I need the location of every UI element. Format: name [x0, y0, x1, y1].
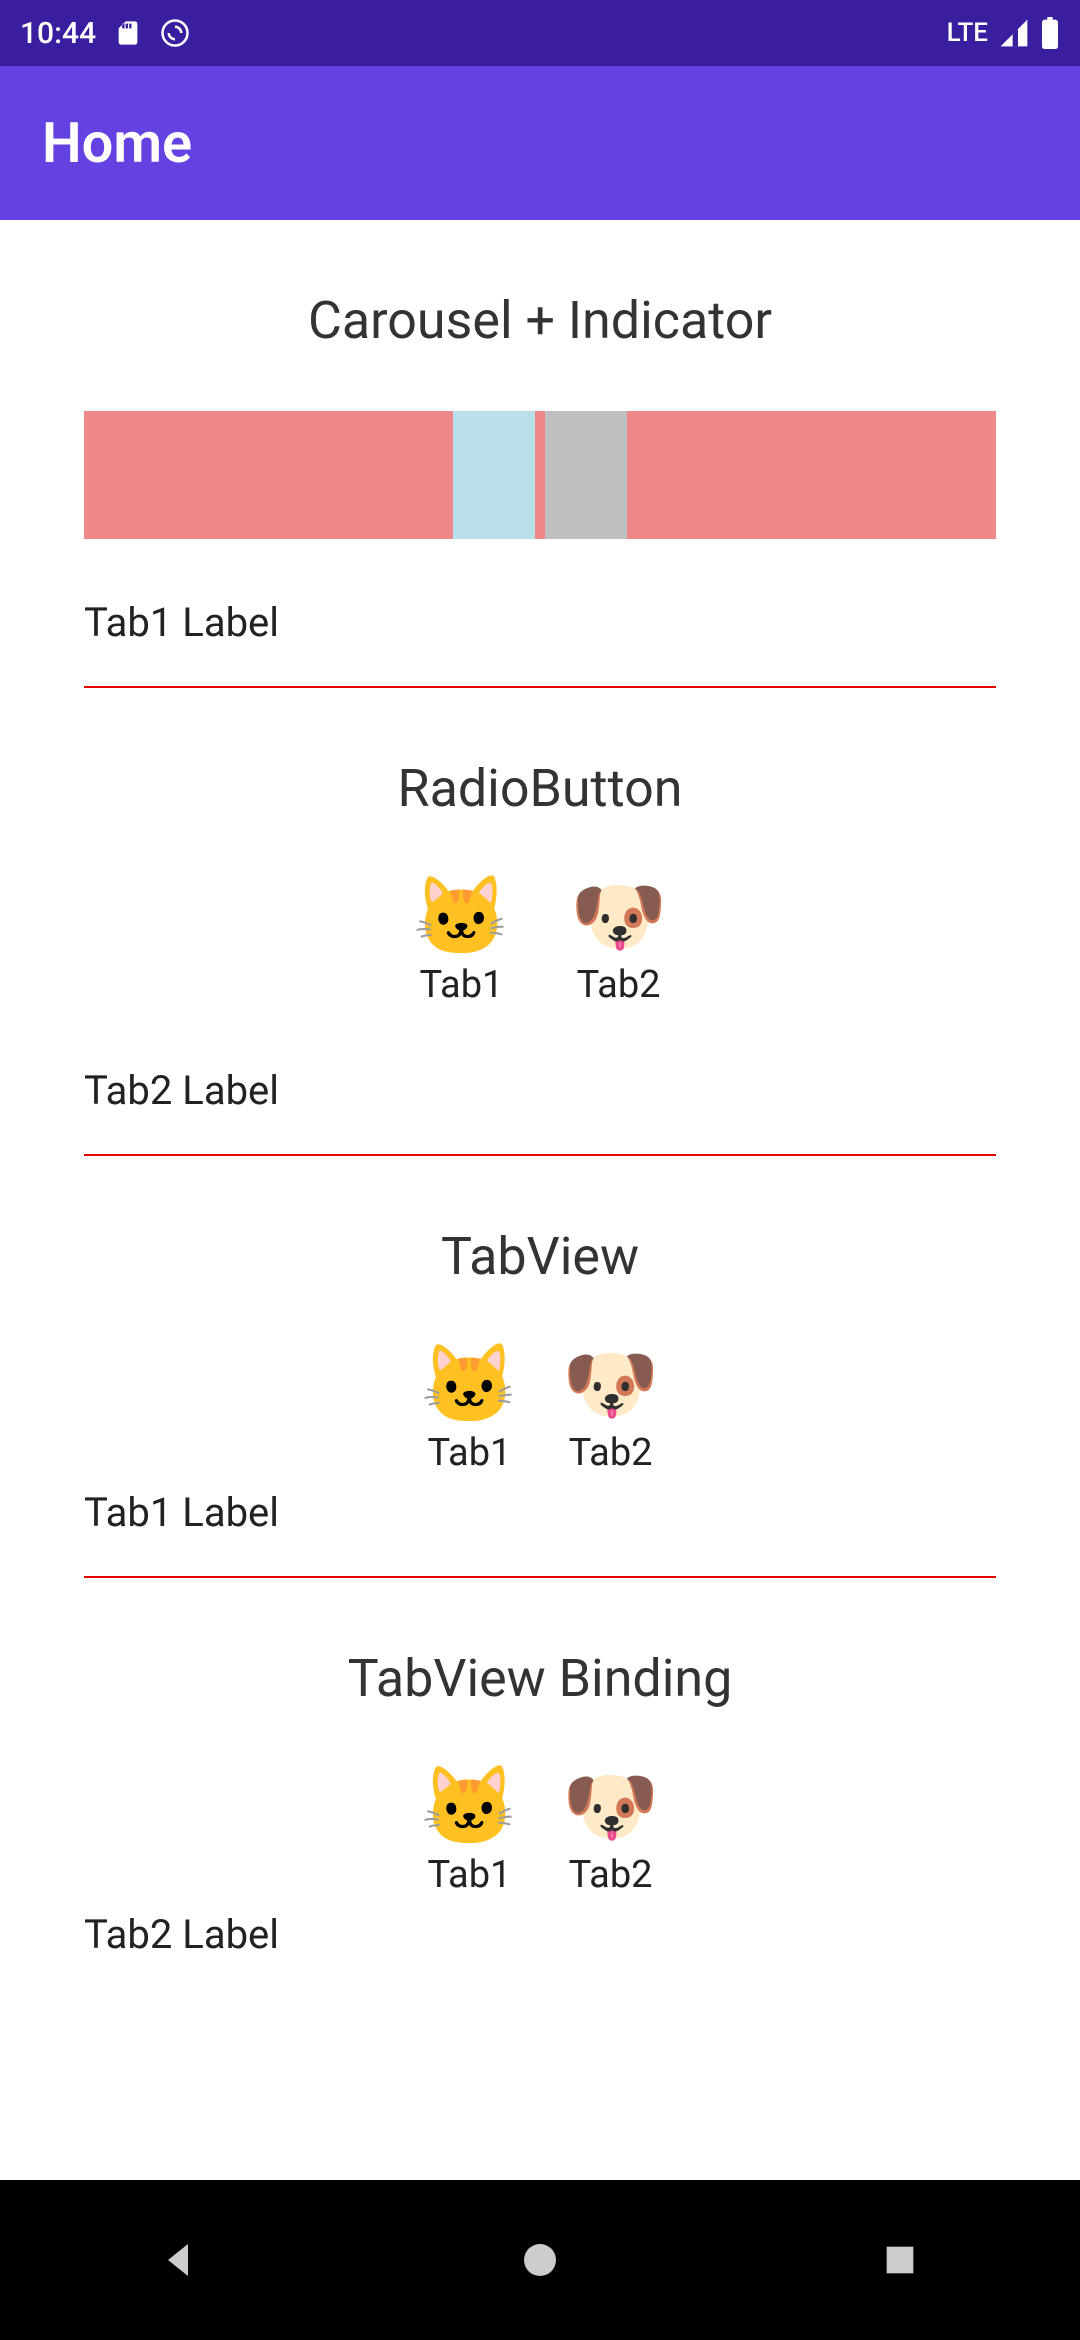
radio-current-label: Tab2 Label [84, 1067, 996, 1114]
indicator-seg-2 [535, 411, 545, 539]
carousel-indicator[interactable] [84, 411, 996, 539]
section-title-tabview: TabView [84, 1226, 996, 1287]
tabview-tab-1-label: Tab1 [427, 1431, 511, 1475]
tabview-binding-tab-2[interactable]: 🐶 Tab2 [562, 1769, 659, 1897]
tabview-binding-tabs: 🐱 Tab1 🐶 Tab2 [84, 1769, 996, 1897]
section-tabview: TabView 🐱 Tab1 🐶 Tab2 Tab1 Label [0, 1156, 1080, 1578]
tabview-tabs: 🐱 Tab1 🐶 Tab2 [84, 1347, 996, 1475]
section-title-radio: RadioButton [84, 758, 996, 819]
section-title-carousel: Carousel + Indicator [84, 290, 996, 351]
indicator-seg-1 [453, 411, 535, 539]
tabview-tab-2-label: Tab2 [569, 1431, 653, 1475]
status-time: 10:44 [20, 16, 96, 51]
battery-icon [1040, 17, 1060, 49]
tabview-binding-tab-1[interactable]: 🐱 Tab1 [421, 1769, 518, 1897]
nav-back-button[interactable] [150, 2230, 210, 2290]
signal-icon [998, 17, 1030, 49]
radio-tab-1[interactable]: 🐱 Tab1 [413, 879, 510, 1007]
indicator-seg-4 [627, 411, 996, 539]
nav-home-button[interactable] [510, 2230, 570, 2290]
indicator-seg-0 [84, 411, 453, 539]
tabview-tab-1[interactable]: 🐱 Tab1 [421, 1347, 518, 1475]
page-title: Home [42, 110, 192, 176]
tabview-binding-current-label: Tab2 Label [84, 1911, 996, 1958]
tabview-tab-2[interactable]: 🐶 Tab2 [562, 1347, 659, 1475]
cat-icon: 🐱 [421, 1347, 518, 1425]
tabview-binding-tab-1-label: Tab1 [427, 1853, 511, 1897]
status-left: 10:44 [20, 16, 190, 51]
cat-icon: 🐱 [413, 879, 510, 957]
network-label: LTE [947, 18, 988, 48]
dog-icon: 🐶 [570, 879, 667, 957]
radio-tabs: 🐱 Tab1 🐶 Tab2 [84, 879, 996, 1007]
cat-icon: 🐱 [421, 1769, 518, 1847]
section-title-tabview-binding: TabView Binding [84, 1648, 996, 1709]
tabview-binding-tab-2-label: Tab2 [569, 1853, 653, 1897]
carousel-current-label: Tab1 Label [84, 599, 996, 646]
status-right: LTE [947, 17, 1060, 49]
dog-icon: 🐶 [562, 1769, 659, 1847]
sync-icon [160, 18, 190, 48]
tabview-current-label: Tab1 Label [84, 1489, 996, 1536]
app-bar: Home [0, 66, 1080, 220]
radio-tab-2-label: Tab2 [577, 963, 661, 1007]
nav-bar [0, 2180, 1080, 2340]
dog-icon: 🐶 [562, 1347, 659, 1425]
section-carousel: Carousel + Indicator Tab1 Label [0, 220, 1080, 688]
radio-tab-1-label: Tab1 [419, 963, 503, 1007]
content: Carousel + Indicator Tab1 Label RadioBut… [0, 220, 1080, 1958]
section-radio: RadioButton 🐱 Tab1 🐶 Tab2 Tab2 Label [0, 688, 1080, 1156]
radio-tab-2[interactable]: 🐶 Tab2 [570, 879, 667, 1007]
sd-card-icon [114, 17, 142, 49]
nav-recent-button[interactable] [870, 2230, 930, 2290]
section-tabview-binding: TabView Binding 🐱 Tab1 🐶 Tab2 Tab2 Label [0, 1578, 1080, 1958]
status-bar: 10:44 LTE [0, 0, 1080, 66]
indicator-seg-3 [545, 411, 627, 539]
